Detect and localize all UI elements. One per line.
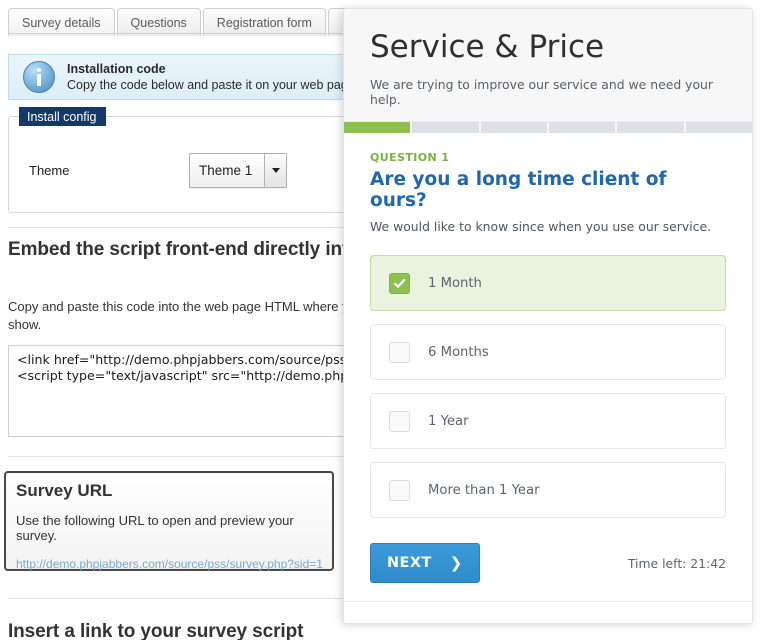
checkbox-icon[interactable]	[389, 479, 410, 501]
checkbox-icon[interactable]	[389, 410, 410, 432]
survey-preview-overlay: Service & Price We are trying to improve…	[343, 8, 753, 624]
install-config-legend: Install config	[19, 107, 107, 126]
tab-bar: Survey details Questions Registration fo…	[8, 6, 350, 36]
theme-select-value: Theme 1	[199, 163, 253, 178]
survey-footer-divider	[344, 601, 752, 603]
answer-options-list: 1 Month 6 Months 1 Year More than 1 Year	[370, 255, 726, 519]
info-text: Installation code Copy the code below an…	[67, 61, 355, 94]
progress-segment	[617, 121, 684, 133]
checkbox-checked-icon[interactable]	[389, 272, 410, 294]
progress-segment	[685, 121, 752, 133]
progress-segment	[480, 121, 547, 133]
survey-url-title: Survey URL	[16, 481, 113, 500]
theme-label: Theme	[29, 163, 70, 178]
survey-subtitle: We are trying to improve our service and…	[370, 76, 713, 107]
answer-option-6-months[interactable]: 6 Months	[370, 324, 726, 381]
answer-option-1-month[interactable]: 1 Month	[370, 255, 726, 312]
answer-option-more-than-1-year[interactable]: More than 1 Year	[370, 462, 726, 519]
survey-body: QUESTION 1 Are you a long time client of…	[344, 133, 752, 519]
answer-option-label: 1 Year	[428, 413, 469, 429]
question-number-label: QUESTION 1	[370, 150, 450, 164]
survey-header: Service & Price We are trying to improve…	[344, 9, 752, 122]
tab-survey-details[interactable]: Survey details	[8, 8, 115, 36]
survey-url-description: Use the following URL to open and previe…	[16, 513, 294, 543]
next-button[interactable]: NEXT ❯	[370, 543, 480, 584]
progress-segment	[344, 121, 411, 133]
chevron-down-icon[interactable]	[264, 154, 286, 187]
tab-label: Registration form	[216, 15, 312, 30]
info-subtitle: Copy the code below and paste it on your…	[67, 78, 355, 92]
question-description: We would like to know since when you use…	[370, 219, 712, 235]
tab-registration-form[interactable]: Registration form	[202, 8, 326, 36]
time-left-label: Time left: 21:42	[627, 555, 726, 571]
tab-label: Questions	[130, 15, 187, 30]
theme-select[interactable]: Theme 1	[189, 153, 287, 188]
tab-label: Survey details	[22, 15, 101, 30]
answer-option-1-year[interactable]: 1 Year	[370, 393, 726, 450]
survey-url-box: Survey URL Use the following URL to open…	[4, 471, 334, 571]
answer-option-label: More than 1 Year	[428, 482, 540, 498]
answer-option-label: 1 Month	[428, 275, 482, 291]
next-button-label: NEXT	[387, 555, 432, 572]
progress-segment	[412, 121, 479, 133]
screen: Survey details Questions Registration fo…	[0, 0, 760, 640]
info-circle-icon	[23, 61, 55, 93]
answer-option-label: 6 Months	[428, 344, 489, 360]
info-title: Installation code	[67, 61, 166, 76]
survey-footer: NEXT ❯ Time left: 21:42	[344, 531, 752, 584]
question-title: Are you a long time client of ours?	[370, 168, 667, 211]
survey-progress-bar	[344, 121, 752, 133]
checkbox-icon[interactable]	[389, 341, 410, 363]
tab-questions[interactable]: Questions	[116, 8, 201, 36]
chevron-right-icon: ❯	[449, 554, 463, 573]
survey-title: Service & Price	[370, 29, 605, 65]
survey-url-link[interactable]: http://demo.phpjabbers.com/source/pss/su…	[16, 557, 323, 571]
progress-segment	[548, 121, 616, 133]
